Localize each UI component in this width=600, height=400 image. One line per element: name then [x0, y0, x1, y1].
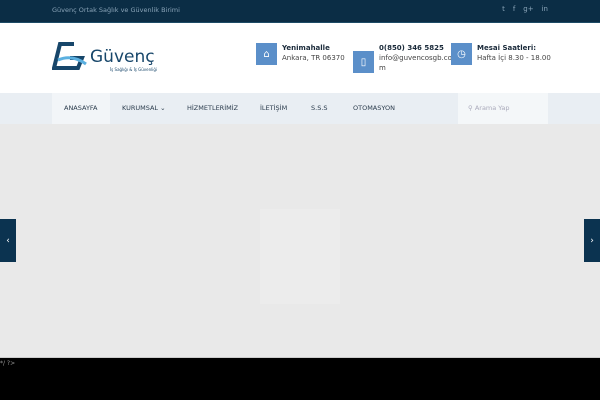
search-input[interactable]: ⚲ Arama Yap	[458, 93, 548, 124]
linkedin-icon[interactable]: in	[542, 5, 548, 13]
nav-anasayfa[interactable]: ANASAYFA	[52, 93, 110, 124]
nav-otomasyon[interactable]: OTOMASYON	[353, 93, 395, 124]
hours-title: Mesai Saatleri:	[477, 44, 537, 52]
stray-code-text: */ ?>	[0, 360, 16, 367]
hours-line: Hafta İçi 8.30 - 18.00	[477, 54, 551, 62]
twitter-icon[interactable]: t	[502, 5, 505, 13]
address-title: Yenimahalle	[282, 44, 330, 52]
nav-iletisim[interactable]: İLETİŞİM	[260, 93, 287, 124]
email[interactable]: info@guvencosgb.co	[379, 54, 452, 62]
home-icon: ⌂	[256, 43, 277, 65]
phone-icon: ▯	[353, 51, 374, 73]
nav-sss[interactable]: S.S.S	[311, 93, 328, 124]
tagline: Güvenç Ortak Sağlık ve Güvenlik Birimi	[52, 6, 180, 14]
address-info: ⌂ Yenimahalle Ankara, TR 06370	[256, 43, 345, 65]
header: Güvenç İş Sağlığı & İş Güvenliği ⌂ Yenim…	[0, 23, 600, 93]
contact-info: ▯ 0(850) 346 5825 info@guvencosgb.co m	[353, 43, 452, 73]
slider-prev-button[interactable]: ‹	[0, 219, 16, 262]
nav-kurumsal[interactable]: KURUMSAL ⌄	[122, 93, 166, 124]
email-wrap: m	[379, 64, 386, 72]
phone-number: 0(850) 346 5825	[379, 44, 444, 52]
address-line: Ankara, TR 06370	[282, 54, 345, 62]
google-plus-icon[interactable]: g+	[523, 5, 533, 13]
hero-slider: ‹ ›	[0, 124, 600, 357]
footer: */ ?>	[0, 357, 600, 400]
main-nav: ANASAYFA KURUMSAL ⌄ HİZMETLERİMİZ İLETİŞ…	[0, 93, 600, 124]
social-links: t f g+ in	[502, 5, 548, 13]
hours-info: ◷ Mesai Saatleri: Hafta İçi 8.30 - 18.00	[451, 43, 551, 65]
clock-icon: ◷	[451, 43, 472, 65]
slider-next-button[interactable]: ›	[584, 219, 600, 262]
slide-image	[260, 209, 340, 304]
svg-text:Güvenç: Güvenç	[90, 47, 155, 67]
nav-hizmetlerimiz[interactable]: HİZMETLERİMİZ	[187, 93, 238, 124]
top-bar: Güvenç Ortak Sağlık ve Güvenlik Birimi t…	[0, 0, 600, 23]
search-icon: ⚲	[468, 104, 475, 112]
search-placeholder: Arama Yap	[474, 104, 510, 112]
facebook-icon[interactable]: f	[513, 5, 515, 13]
logo[interactable]: Güvenç İş Sağlığı & İş Güvenliği	[51, 40, 162, 74]
svg-text:İş Sağlığı & İş Güvenliği: İş Sağlığı & İş Güvenliği	[110, 67, 157, 72]
